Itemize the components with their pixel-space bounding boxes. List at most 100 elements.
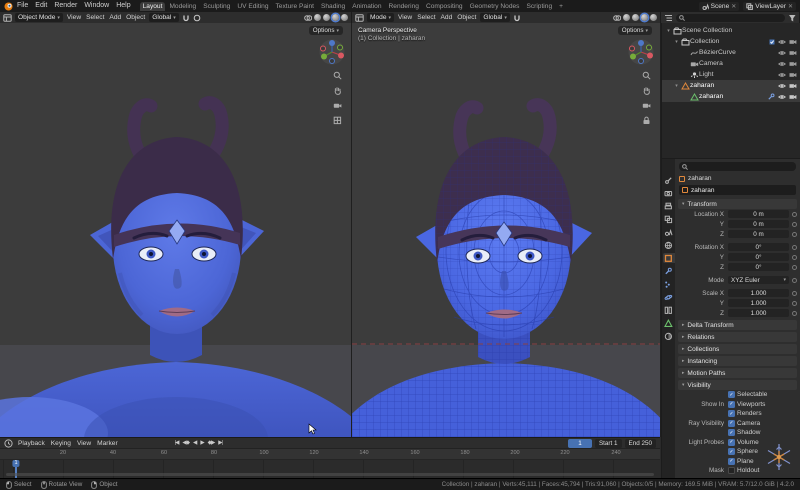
tab-output[interactable]	[663, 201, 675, 211]
zoom-icon[interactable]	[333, 71, 342, 80]
rotation-x-field[interactable]: 0°	[728, 243, 789, 252]
motion-paths-panel-header[interactable]: ▸Motion Paths	[678, 368, 797, 378]
jump-to-start-button[interactable]: |◀	[175, 440, 179, 446]
viewport-3d-solid[interactable]: Options▾	[0, 23, 352, 437]
collections-panel-header[interactable]: ▸Collections	[678, 344, 797, 354]
view-menu[interactable]: View	[76, 440, 92, 447]
probe-sphere-checkbox[interactable]: ✓	[728, 448, 735, 455]
add-menu[interactable]: Add	[440, 14, 454, 21]
tab-rendering[interactable]: Rendering	[386, 2, 422, 11]
location-z-field[interactable]: 0 m	[728, 230, 789, 239]
outliner-row-light[interactable]: Light	[662, 69, 800, 80]
breadcrumb-object-name[interactable]: zaharan	[688, 175, 712, 182]
orientation-dropdown[interactable]: Global▾	[149, 13, 179, 22]
eye-icon[interactable]	[778, 94, 786, 100]
clock-icon[interactable]	[4, 439, 13, 448]
play-reverse-button[interactable]: ◀	[193, 440, 196, 446]
tab-constraints[interactable]	[663, 305, 675, 315]
scene-selector[interactable]: Scene ✕	[699, 2, 740, 11]
probe-volume-checkbox[interactable]: ✓	[728, 439, 735, 446]
relations-panel-header[interactable]: ▸Relations	[678, 332, 797, 342]
camera-toggle-icon[interactable]	[789, 83, 797, 89]
select-menu[interactable]: Select	[85, 14, 105, 21]
magnet-icon[interactable]	[513, 14, 521, 22]
ortho-grid-icon[interactable]	[333, 116, 342, 125]
scene-unlink-icon[interactable]: ✕	[731, 3, 736, 10]
tab-shading[interactable]: Shading	[318, 2, 348, 11]
tab-render[interactable]	[663, 188, 675, 198]
tab-animation[interactable]: Animation	[349, 2, 384, 11]
tab-geometry-nodes[interactable]: Geometry Nodes	[467, 2, 523, 11]
tab-compositing[interactable]: Compositing	[423, 2, 466, 11]
animate-dot[interactable]	[792, 232, 797, 237]
animate-dot[interactable]	[792, 245, 797, 250]
mode-dropdown[interactable]: Mode▾	[367, 13, 394, 22]
timeline-scrollbar[interactable]	[6, 473, 654, 476]
current-frame-marker[interactable]: 1	[12, 460, 19, 467]
nav-gizmo[interactable]	[319, 39, 345, 65]
properties-search-field[interactable]	[679, 162, 796, 171]
camera-view-icon[interactable]	[333, 101, 342, 110]
tab-modifiers[interactable]	[663, 266, 675, 276]
rotation-z-field[interactable]: 0°	[728, 263, 789, 272]
shading-solid-icon[interactable]	[323, 14, 330, 21]
eye-icon[interactable]	[778, 61, 786, 67]
menu-render[interactable]: Render	[51, 0, 80, 12]
animate-dot[interactable]	[792, 278, 797, 283]
tab-physics[interactable]	[663, 292, 675, 302]
outliner-row-zaharan-object[interactable]: ▾ zaharan	[662, 80, 800, 91]
shading-wireframe-icon[interactable]	[623, 14, 630, 21]
menu-help[interactable]: Help	[113, 0, 133, 12]
tab-sculpting[interactable]: Sculpting	[200, 2, 233, 11]
probe-plane-checkbox[interactable]: ✓	[728, 458, 735, 465]
orientation-dropdown[interactable]: Global▾	[480, 13, 510, 22]
overlays-icon[interactable]	[613, 14, 621, 22]
delta-transform-panel-header[interactable]: ▸Delta Transform	[678, 320, 797, 330]
viewport-options-button[interactable]: Options▾	[618, 26, 652, 35]
view-menu[interactable]: View	[66, 14, 82, 21]
keying-menu[interactable]: Keying	[50, 440, 72, 447]
show-viewports-checkbox[interactable]: ✓	[728, 401, 735, 408]
object-menu[interactable]: Object	[456, 14, 477, 21]
animate-dot[interactable]	[792, 222, 797, 227]
checkbox-icon[interactable]	[769, 39, 775, 45]
animate-dot[interactable]	[792, 255, 797, 260]
editor-type-icon[interactable]	[355, 14, 364, 22]
next-keyframe-button[interactable]: ◆▶	[208, 440, 215, 446]
scale-x-field[interactable]: 1.000	[728, 289, 789, 298]
tab-tool[interactable]	[663, 175, 675, 185]
tab-particles[interactable]	[663, 279, 675, 289]
animate-dot[interactable]	[792, 265, 797, 270]
tab-world[interactable]	[663, 240, 675, 250]
current-frame-field[interactable]: 1	[568, 439, 592, 448]
selectable-checkbox[interactable]: ✓	[728, 391, 735, 398]
animate-dot[interactable]	[792, 212, 797, 217]
viewport-options-button[interactable]: Options▾	[309, 26, 343, 35]
shading-material-icon[interactable]	[332, 14, 339, 21]
tab-view-layer[interactable]	[663, 214, 675, 224]
overlays-icon[interactable]	[304, 14, 312, 22]
animate-dot[interactable]	[792, 291, 797, 296]
play-button[interactable]: ▶	[200, 440, 203, 446]
animate-dot[interactable]	[792, 301, 797, 306]
viewlayer-selector[interactable]: ViewLayer ✕	[743, 2, 796, 11]
shading-rendered-icon[interactable]	[341, 14, 348, 21]
eye-icon[interactable]	[778, 39, 786, 45]
scale-z-field[interactable]: 1.000	[728, 309, 789, 318]
tab-object-properties[interactable]	[663, 253, 675, 263]
eye-icon[interactable]	[778, 72, 786, 78]
add-menu[interactable]: Add	[108, 14, 122, 21]
tab-layout[interactable]: Layout	[140, 2, 166, 11]
tab-modeling[interactable]: Modeling	[166, 2, 199, 11]
lock-icon[interactable]	[642, 116, 651, 125]
shading-rendered-icon[interactable]	[650, 14, 657, 21]
show-renders-checkbox[interactable]: ✓	[728, 410, 735, 417]
ray-camera-checkbox[interactable]: ✓	[728, 420, 735, 427]
object-menu[interactable]: Object	[125, 14, 146, 21]
tab-object-data[interactable]	[663, 318, 675, 328]
outliner-row-collection[interactable]: ▾ Collection	[662, 36, 800, 47]
expand-icon[interactable]: ▾	[673, 83, 680, 89]
viewlayer-unlink-icon[interactable]: ✕	[788, 3, 793, 10]
camera-toggle-icon[interactable]	[789, 72, 797, 78]
outliner-row-scene-collection[interactable]: ▾ Scene Collection	[662, 25, 800, 36]
